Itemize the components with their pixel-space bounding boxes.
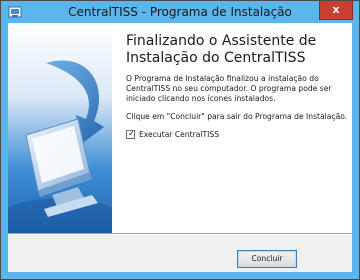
- footer-separator: [8, 233, 352, 235]
- close-icon: x: [332, 3, 340, 16]
- completion-message: O Programa de Instalação finalizou a ins…: [126, 74, 332, 103]
- wizard-client-area: Finalizando o Assistente de Instalação d…: [8, 23, 352, 272]
- run-app-checkbox[interactable]: ✓: [126, 129, 135, 139]
- finish-button[interactable]: Concluir: [237, 250, 297, 268]
- wizard-content: Finalizando o Assistente de Instalação d…: [112, 23, 352, 233]
- checkmark-icon: ✓: [128, 129, 135, 138]
- finish-instruction: Clique em "Concluir" para sair do Progra…: [126, 112, 348, 121]
- monitor-with-arrow-graphic: [8, 23, 112, 233]
- run-app-checkbox-label[interactable]: Executar CentralTISS: [139, 130, 219, 139]
- wizard-banner: [8, 23, 112, 233]
- page-title: Finalizando o Assistente de Instalação d…: [126, 33, 317, 66]
- installer-window: CentralTISS - Programa de Instalação x F…: [0, 0, 360, 280]
- close-button[interactable]: x: [319, 1, 353, 20]
- window-title: CentralTISS - Programa de Instalação: [68, 5, 292, 19]
- title-bar[interactable]: CentralTISS - Programa de Instalação x: [1, 1, 359, 23]
